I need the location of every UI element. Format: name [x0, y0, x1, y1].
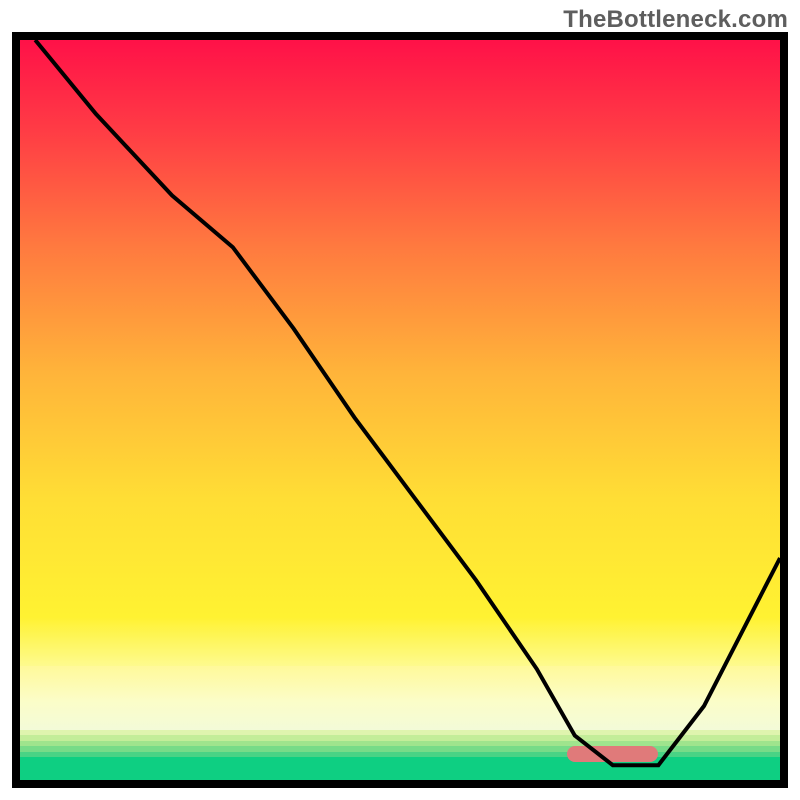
chart-curve [20, 40, 780, 780]
watermark-text: TheBottleneck.com [563, 6, 788, 34]
chart-frame [12, 32, 788, 788]
